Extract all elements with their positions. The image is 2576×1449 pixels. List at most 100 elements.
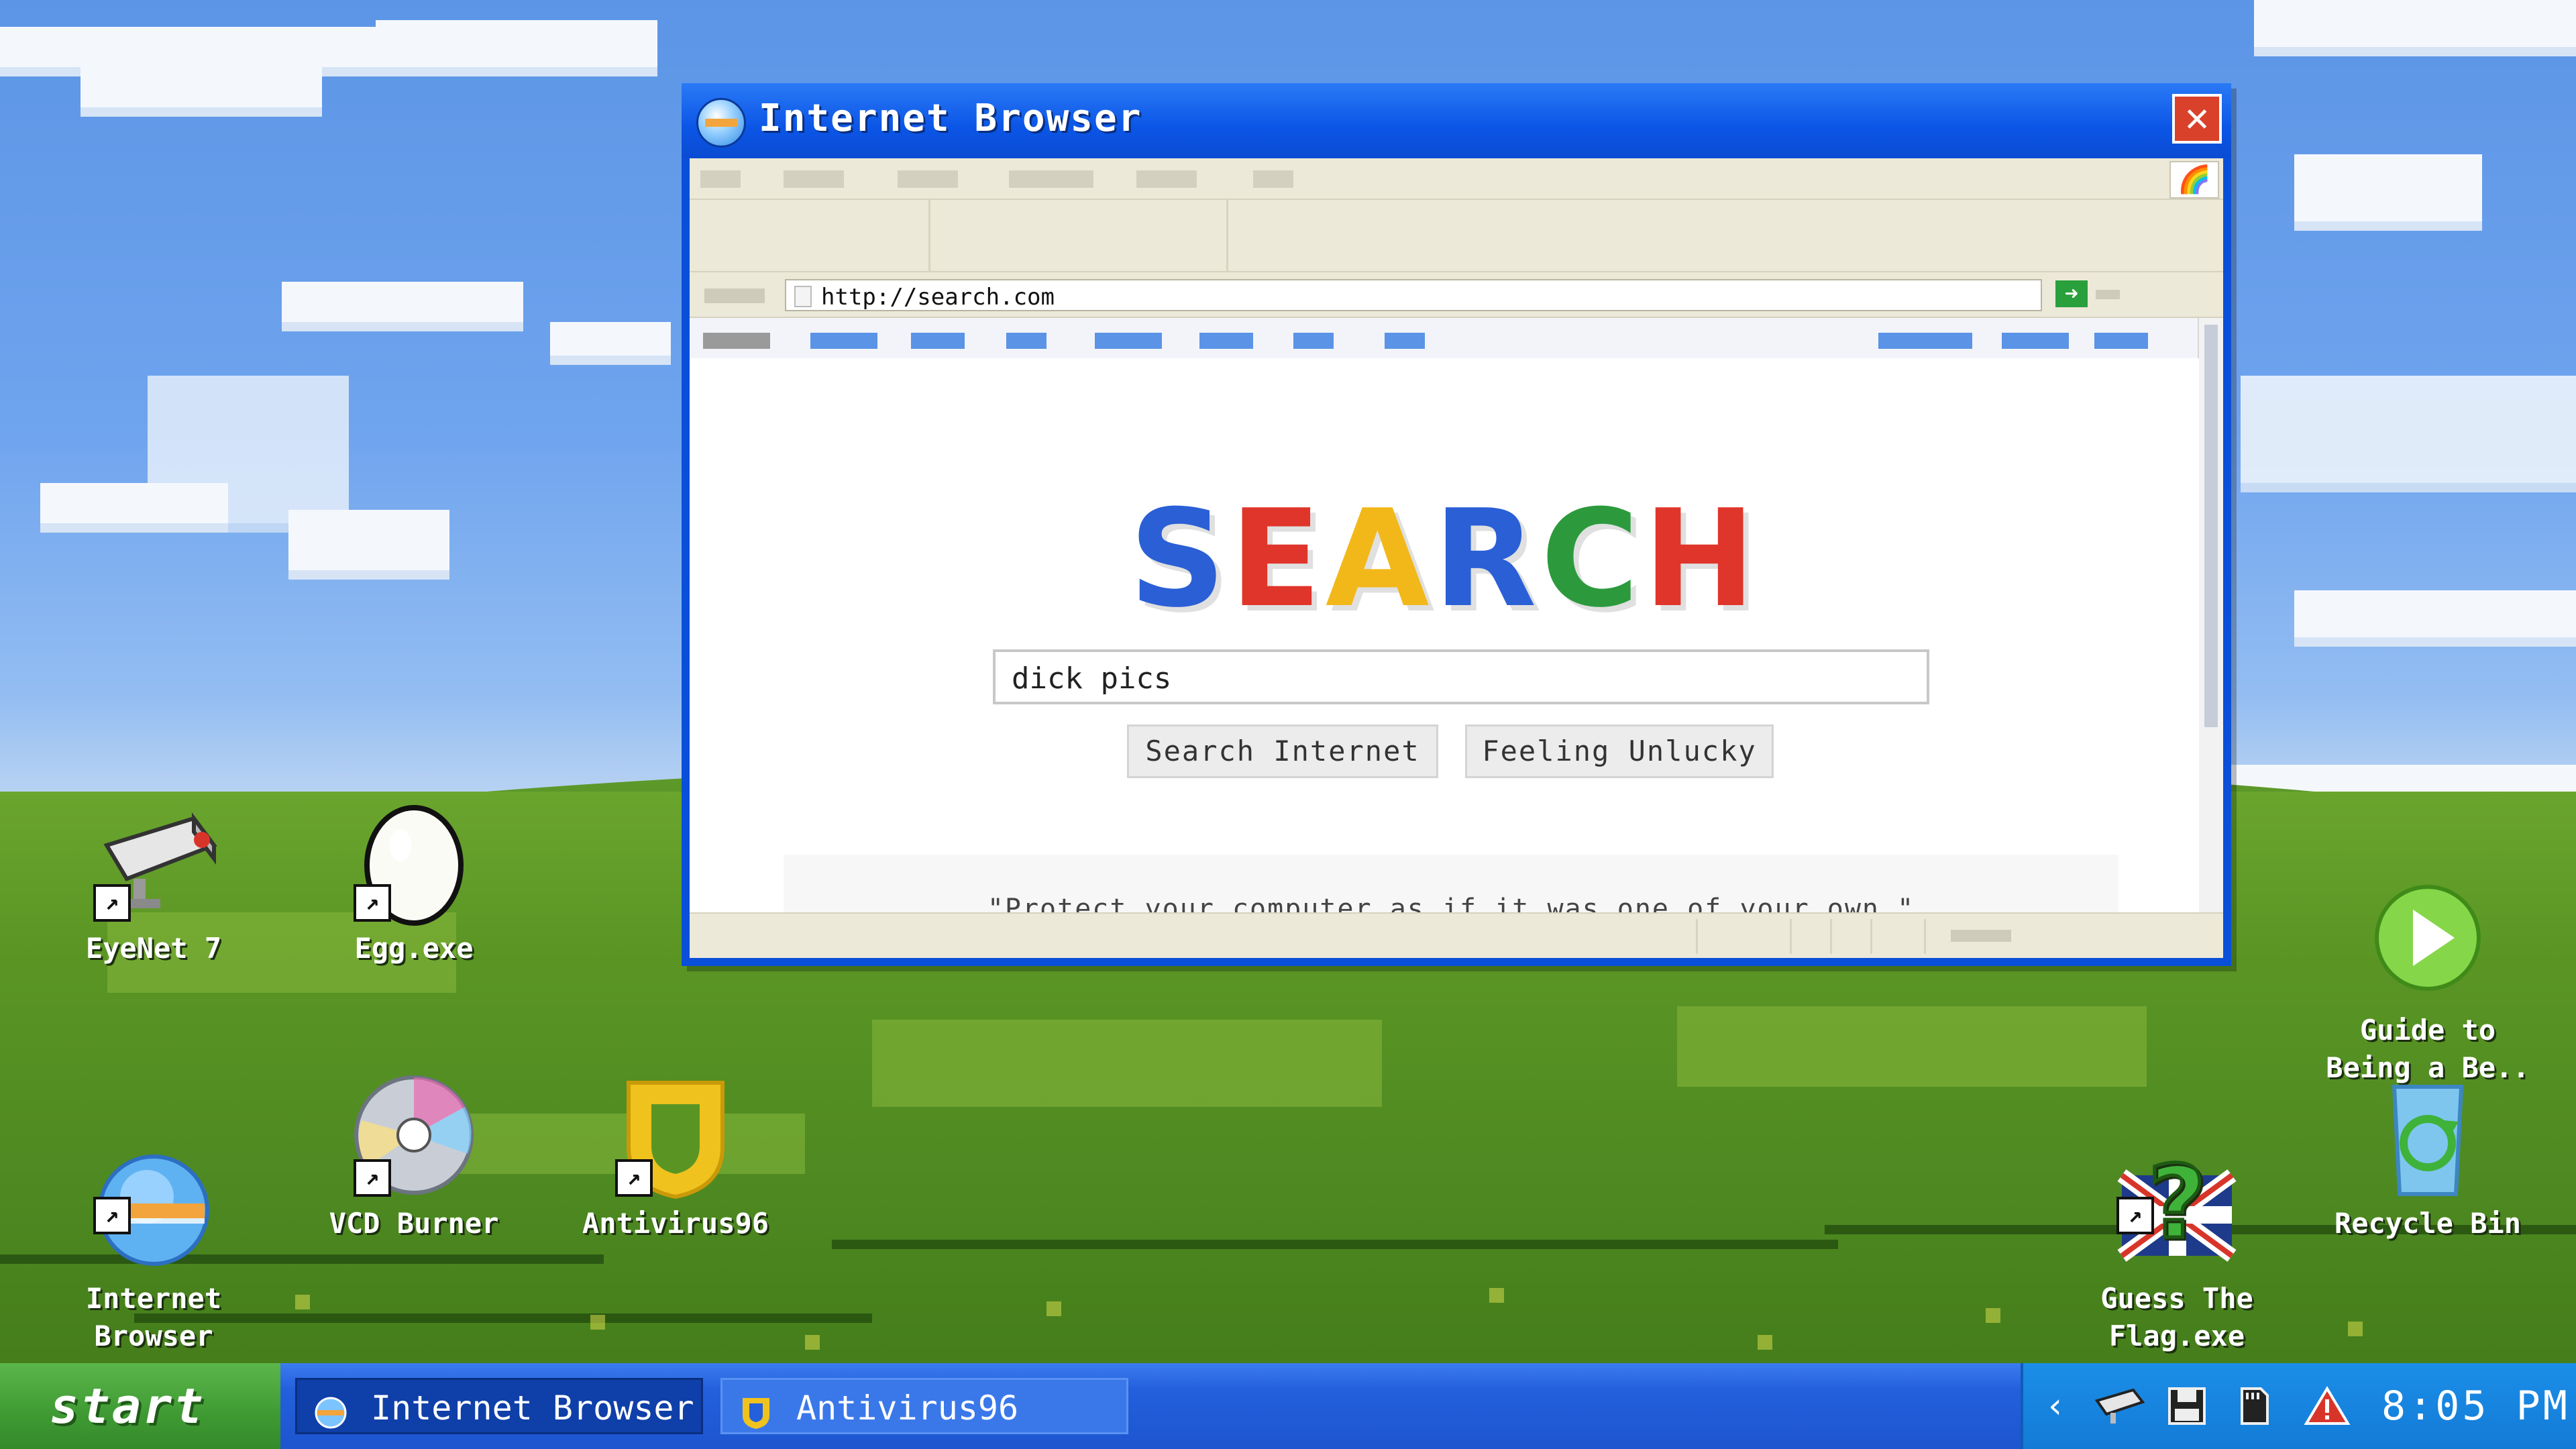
- close-button[interactable]: ✕: [2172, 94, 2222, 144]
- link-placeholder[interactable]: [1293, 333, 1334, 349]
- globe-icon: ↗: [87, 1111, 221, 1266]
- cloud: [550, 322, 671, 356]
- logo-letter: R: [1433, 481, 1541, 637]
- menu-bar: 🌈: [690, 158, 2223, 200]
- taskbar: start Internet Browser Antivirus96 ‹ 8:0…: [0, 1363, 2576, 1449]
- flower-dot: [2348, 1322, 2363, 1336]
- shortcut-arrow-icon: ↗: [354, 1159, 391, 1197]
- link-placeholder[interactable]: [1095, 333, 1162, 349]
- tray-chevron-icon[interactable]: ‹: [2035, 1386, 2076, 1426]
- flower-dot: [1489, 1288, 1504, 1303]
- cloud: [288, 510, 449, 570]
- shortcut-arrow-icon: ↗: [615, 1159, 653, 1197]
- desktop-icon-guess-the-flag[interactable]: ? ↗ Guess The Flag.exe: [2066, 1073, 2288, 1393]
- dark-grass-strip: [832, 1240, 1838, 1249]
- desktop-icon-label: Recycle Bin: [2334, 1207, 2522, 1240]
- cloud: [40, 483, 228, 523]
- page-icon: [794, 286, 812, 307]
- flower-dot: [1758, 1335, 1772, 1350]
- menu-item[interactable]: [784, 170, 844, 188]
- cloud: [2254, 0, 2576, 47]
- go-button[interactable]: ➜: [2055, 280, 2088, 307]
- address-url: http://search.com: [821, 284, 1055, 311]
- flower-dot: [805, 1335, 820, 1350]
- desktop-icon-egg[interactable]: ↗ Egg.exe: [303, 798, 525, 967]
- globe-icon: [696, 98, 746, 148]
- address-bar: http://search.com ➜: [690, 272, 2223, 318]
- link-placeholder[interactable]: [1199, 333, 1253, 349]
- globe-icon: [313, 1391, 348, 1429]
- status-separator: [1696, 919, 1698, 954]
- search-input[interactable]: dick pics: [993, 649, 1929, 704]
- toolbar-separator: [1226, 200, 1228, 271]
- cloud: [2294, 154, 2482, 221]
- toolbar: [690, 200, 2223, 272]
- menu-item[interactable]: [1253, 170, 1293, 188]
- taskbar-item-label: Antivirus96: [796, 1389, 1019, 1428]
- desktop: ↗ EyeNet 7 ↗ Egg.exe ↗ Internet Browser: [0, 0, 2576, 1449]
- sd-card-icon[interactable]: [2234, 1386, 2274, 1426]
- desktop-icon-internet-browser[interactable]: ↗ Internet Browser: [43, 1073, 264, 1393]
- shortcut-arrow-icon: ↗: [93, 1197, 131, 1234]
- link-placeholder[interactable]: [2094, 333, 2148, 349]
- link-placeholder[interactable]: [2002, 333, 2069, 349]
- desktop-icon-recycle-bin[interactable]: Recycle Bin: [2317, 1073, 2538, 1242]
- cloud: [2241, 376, 2576, 483]
- link-placeholder[interactable]: [703, 333, 770, 349]
- desktop-icon-label: Egg.exe: [354, 932, 474, 965]
- desktop-icon-eyenet[interactable]: ↗ EyeNet 7: [43, 798, 264, 967]
- search-internet-button[interactable]: Search Internet: [1127, 724, 1438, 778]
- camera-icon[interactable]: [2093, 1386, 2147, 1426]
- status-separator: [1924, 919, 1926, 954]
- logo-letter: H: [1643, 481, 1760, 637]
- start-button[interactable]: start: [0, 1363, 280, 1449]
- flower-dot: [1986, 1308, 2000, 1323]
- link-placeholder[interactable]: [810, 333, 877, 349]
- logo-letter: S: [1129, 481, 1230, 637]
- link-placeholder[interactable]: [1385, 333, 1425, 349]
- window-title: Internet Browser: [759, 97, 1142, 140]
- scroll-thumb[interactable]: [2204, 325, 2218, 727]
- feeling-unlucky-button[interactable]: Feeling Unlucky: [1465, 724, 1774, 778]
- security-camera-icon: ↗: [87, 798, 221, 926]
- quote-text: "Protect your computer as if it was one …: [987, 894, 1915, 912]
- link-placeholder[interactable]: [1878, 333, 1972, 349]
- rainbow-icon: 🌈: [2169, 161, 2219, 199]
- desktop-icon-label: Internet Browser: [85, 1282, 222, 1352]
- desktop-icon-antivirus96[interactable]: ↗ Antivirus96: [565, 1073, 786, 1242]
- menu-item[interactable]: [1136, 170, 1197, 188]
- desktop-icon-vcd-burner[interactable]: ↗ VCD Burner: [303, 1073, 525, 1242]
- address-input[interactable]: http://search.com: [785, 279, 2042, 311]
- shortcut-arrow-icon: ↗: [354, 884, 391, 922]
- system-tray: ‹ 8:05 PM: [2021, 1363, 2576, 1449]
- flower-dot: [1046, 1301, 1061, 1316]
- shortcut-arrow-icon: ↗: [2116, 1197, 2154, 1234]
- menu-item[interactable]: [700, 170, 741, 188]
- link-placeholder[interactable]: [1006, 333, 1046, 349]
- menu-item[interactable]: [1009, 170, 1093, 188]
- logo-letter: C: [1540, 481, 1644, 637]
- warning-icon[interactable]: [2304, 1386, 2351, 1426]
- desktop-icon-label: VCD Burner: [329, 1207, 499, 1240]
- floppy-icon[interactable]: [2167, 1386, 2207, 1426]
- desktop-icon-label: EyeNet 7: [85, 932, 222, 965]
- start-label: start: [50, 1378, 205, 1434]
- flower-dot: [295, 1295, 310, 1309]
- status-progress: [1951, 930, 2011, 942]
- menu-item[interactable]: [898, 170, 958, 188]
- status-separator: [1790, 919, 1792, 954]
- vertical-scrollbar[interactable]: [2198, 318, 2223, 912]
- shield-icon: ↗: [608, 1073, 743, 1201]
- shortcut-arrow-icon: ↗: [93, 884, 131, 922]
- taskbar-item-internet-browser[interactable]: Internet Browser: [295, 1378, 703, 1434]
- search-logo: SEARCH: [690, 492, 2199, 627]
- title-bar[interactable]: Internet Browser ✕: [682, 83, 2231, 158]
- link-placeholder[interactable]: [911, 333, 965, 349]
- grass-highlight: [872, 1020, 1382, 1107]
- address-label: [704, 288, 765, 303]
- status-separator: [1870, 919, 1872, 954]
- browser-window: Internet Browser ✕ 🌈 http://search.com ➜…: [682, 83, 2231, 966]
- links-bar: [690, 318, 2199, 358]
- svg-text:?: ?: [2147, 1148, 2206, 1261]
- taskbar-item-antivirus96[interactable]: Antivirus96: [720, 1378, 1128, 1434]
